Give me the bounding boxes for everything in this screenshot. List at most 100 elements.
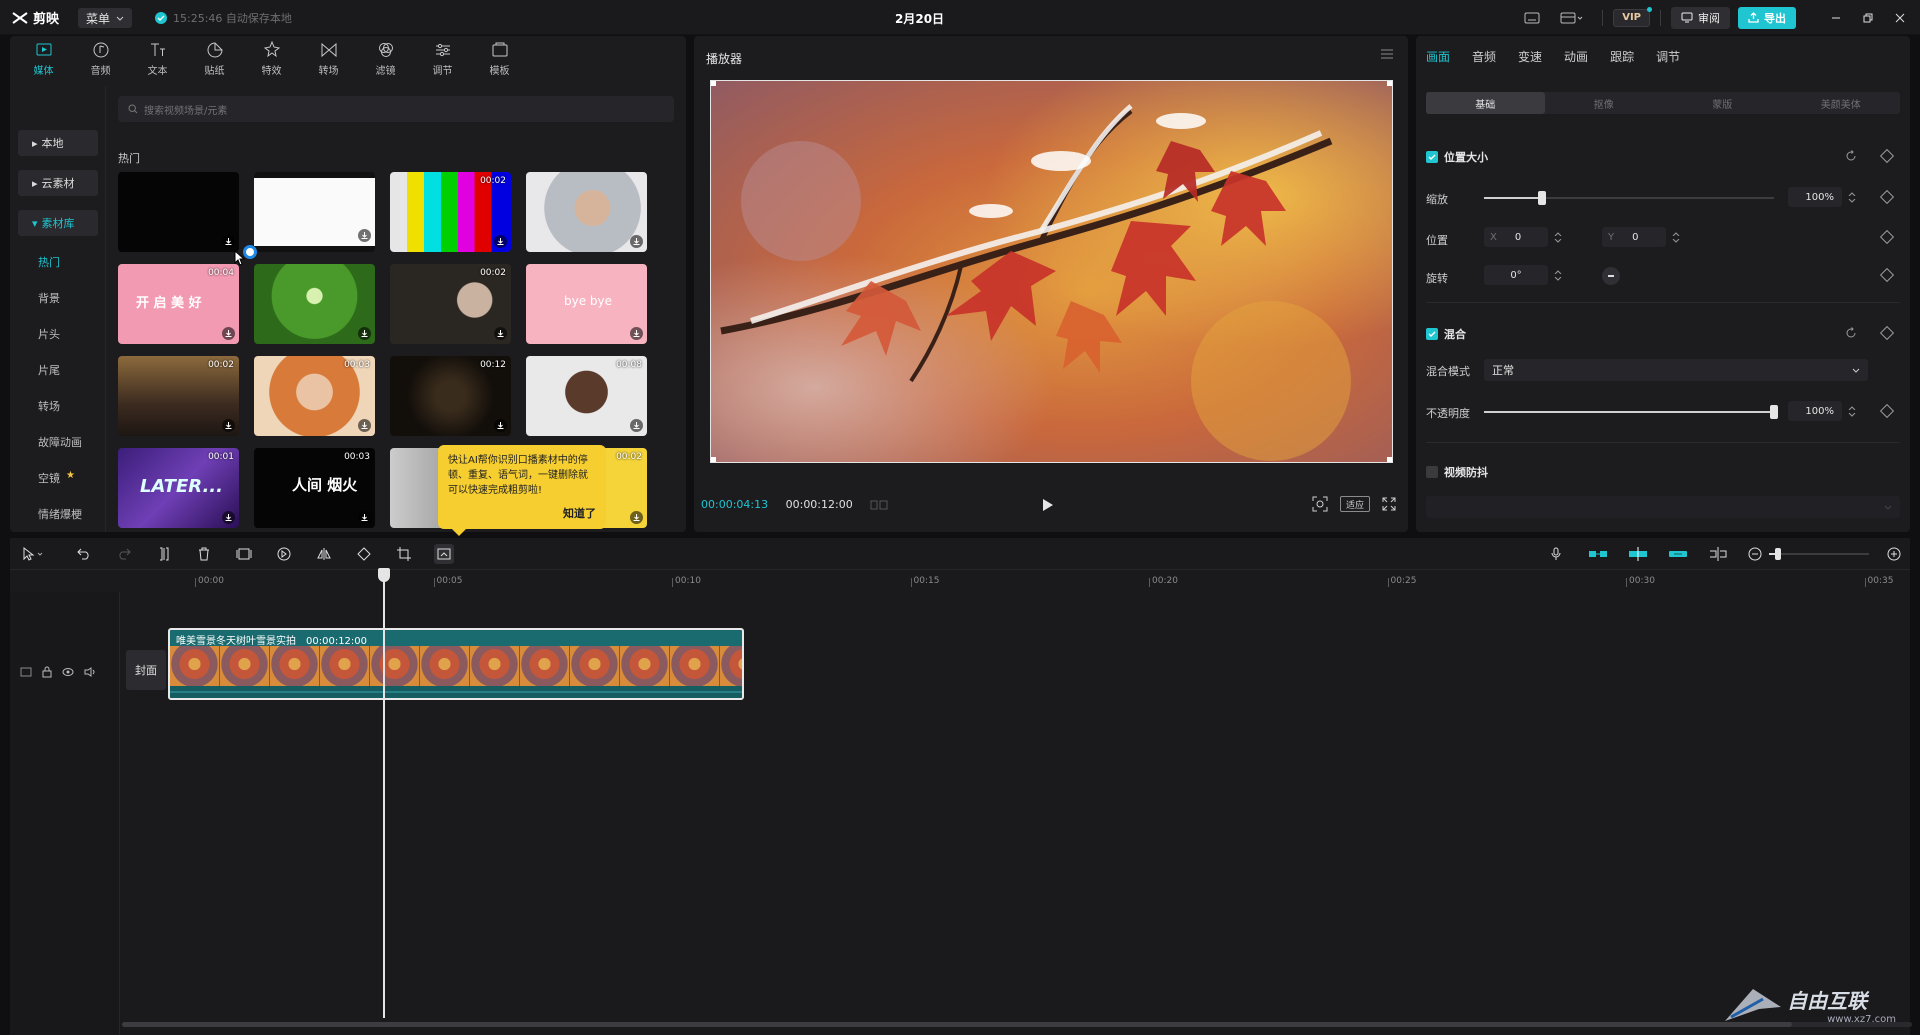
rotate-dial[interactable] (1602, 267, 1620, 285)
menu-button[interactable]: 菜单 (78, 8, 133, 28)
rotate-button[interactable] (354, 544, 374, 564)
redo-button[interactable] (114, 544, 134, 564)
download-icon[interactable] (630, 419, 643, 432)
media-thumbnail[interactable]: 00:04 开 启 美 好 (118, 264, 239, 344)
download-icon[interactable] (222, 235, 235, 248)
timeline-scrollbar[interactable] (122, 1022, 1912, 1027)
linkage-button[interactable] (1666, 544, 1690, 564)
props-tab[interactable]: 调节 (1656, 48, 1680, 65)
scrollbar-thumb[interactable] (122, 1022, 1792, 1027)
preview-axis-button[interactable] (1706, 544, 1730, 564)
media-thumbnail[interactable]: 00:02 (390, 264, 511, 344)
download-icon[interactable] (630, 327, 643, 340)
position-y-input[interactable]: Y0 (1602, 227, 1666, 247)
player-menu-button[interactable] (1380, 49, 1394, 59)
play-button[interactable] (1042, 498, 1054, 512)
reset-icon[interactable] (1845, 150, 1857, 162)
tab-audio[interactable]: 音频 (72, 36, 129, 82)
fullscreen-icon[interactable] (1382, 497, 1396, 511)
download-icon[interactable] (358, 511, 371, 524)
opacity-slider-knob[interactable] (1770, 405, 1778, 419)
mirror-button[interactable] (314, 544, 334, 564)
layout-button[interactable] (1552, 4, 1592, 32)
volume-icon[interactable] (84, 667, 96, 677)
props-subtab[interactable]: 美颜美体 (1782, 92, 1901, 114)
select-tool-button[interactable] (16, 544, 52, 564)
delete-button[interactable] (194, 544, 214, 564)
props-tab[interactable]: 画面 (1426, 48, 1450, 65)
media-search-input[interactable]: 搜索视频场景/元素 (118, 96, 674, 122)
download-icon[interactable] (222, 327, 235, 340)
keyframe-icon[interactable] (1879, 267, 1895, 283)
minimize-button[interactable] (1822, 4, 1850, 32)
opacity-slider[interactable] (1484, 405, 1778, 419)
media-thumbnail[interactable]: 00:02 (118, 356, 239, 436)
cover-button[interactable]: 封面 (126, 650, 166, 690)
auto-snap-button[interactable] (1626, 544, 1650, 564)
restore-button[interactable] (1854, 4, 1882, 32)
props-tab[interactable]: 动画 (1564, 48, 1588, 65)
sidebar-item-local[interactable]: ▸ 本地 (18, 130, 98, 156)
track-cover-icon[interactable] (20, 667, 32, 677)
download-icon[interactable] (358, 419, 371, 432)
download-icon[interactable] (630, 235, 643, 248)
media-thumbnail[interactable] (118, 172, 239, 252)
keyframe-icon[interactable] (1879, 229, 1895, 245)
sidebar-item-library[interactable]: ▾ 素材库 (18, 210, 98, 236)
sidebar-subitem[interactable]: 片头 (38, 326, 60, 342)
media-thumbnail[interactable]: 00:03 人间 烟火 (254, 448, 375, 528)
tab-sticker[interactable]: 贴纸 (186, 36, 243, 82)
zoom-slider-knob[interactable] (1775, 548, 1781, 560)
tab-adjust[interactable]: 调节 (414, 36, 471, 82)
props-tab[interactable]: 音频 (1472, 48, 1496, 65)
record-audio-button[interactable] (1546, 544, 1566, 564)
shortcut-button[interactable] (1518, 4, 1546, 32)
position-x-stepper[interactable] (1552, 227, 1564, 247)
tab-media[interactable]: 媒体 (15, 36, 72, 82)
tab-transition[interactable]: 转场 (300, 36, 357, 82)
media-thumbnail[interactable]: 00:03 (254, 356, 375, 436)
rotate-input[interactable]: 0° (1484, 265, 1548, 285)
screenshot-icon[interactable] (1312, 496, 1328, 512)
opacity-stepper[interactable] (1846, 401, 1858, 421)
vip-badge[interactable]: VIP (1613, 6, 1652, 27)
stabilize-checkbox[interactable] (1426, 466, 1438, 478)
keyframe-icon[interactable] (1879, 325, 1895, 341)
freeze-button[interactable] (234, 544, 254, 564)
zoom-slider[interactable] (1769, 548, 1869, 560)
download-icon[interactable] (222, 511, 235, 524)
media-thumbnail[interactable] (254, 264, 375, 344)
blend-mode-select[interactable]: 正常 (1484, 359, 1868, 381)
sidebar-subitem[interactable]: 空镜 (38, 470, 60, 486)
media-thumbnail[interactable] (254, 172, 375, 252)
position-size-checkbox[interactable] (1426, 151, 1438, 163)
media-thumbnail[interactable]: 00:08 (526, 356, 647, 436)
ratio-button[interactable]: 适应 (1339, 496, 1370, 512)
scale-stepper[interactable] (1846, 187, 1858, 207)
zoom-in-button[interactable] (1884, 544, 1904, 564)
download-icon[interactable] (358, 327, 371, 340)
scale-slider[interactable] (1484, 191, 1774, 205)
download-icon[interactable] (630, 511, 643, 524)
download-icon[interactable] (494, 235, 507, 248)
tab-filter[interactable]: 滤镜 (357, 36, 414, 82)
download-icon[interactable] (358, 229, 371, 242)
close-button[interactable] (1886, 4, 1914, 32)
playhead[interactable] (378, 568, 390, 1018)
props-subtab[interactable]: 抠像 (1545, 92, 1664, 114)
sidebar-subitem[interactable]: 热门 (38, 254, 60, 270)
undo-button[interactable] (74, 544, 94, 564)
blend-checkbox[interactable] (1426, 328, 1438, 340)
media-thumbnail[interactable]: 00:01 LATER... (118, 448, 239, 528)
reset-icon[interactable] (1845, 327, 1857, 339)
smart-cut-button[interactable] (434, 544, 454, 564)
scale-input[interactable]: 100% (1788, 187, 1842, 207)
reverse-button[interactable] (274, 544, 294, 564)
scale-slider-knob[interactable] (1538, 191, 1546, 205)
position-x-input[interactable]: X0 (1484, 227, 1548, 247)
media-thumbnail[interactable]: bye bye (526, 264, 647, 344)
main-track-magnet-button[interactable] (1586, 544, 1610, 564)
tab-text[interactable]: 文本 (129, 36, 186, 82)
eye-icon[interactable] (62, 667, 74, 677)
position-y-stepper[interactable] (1670, 227, 1682, 247)
